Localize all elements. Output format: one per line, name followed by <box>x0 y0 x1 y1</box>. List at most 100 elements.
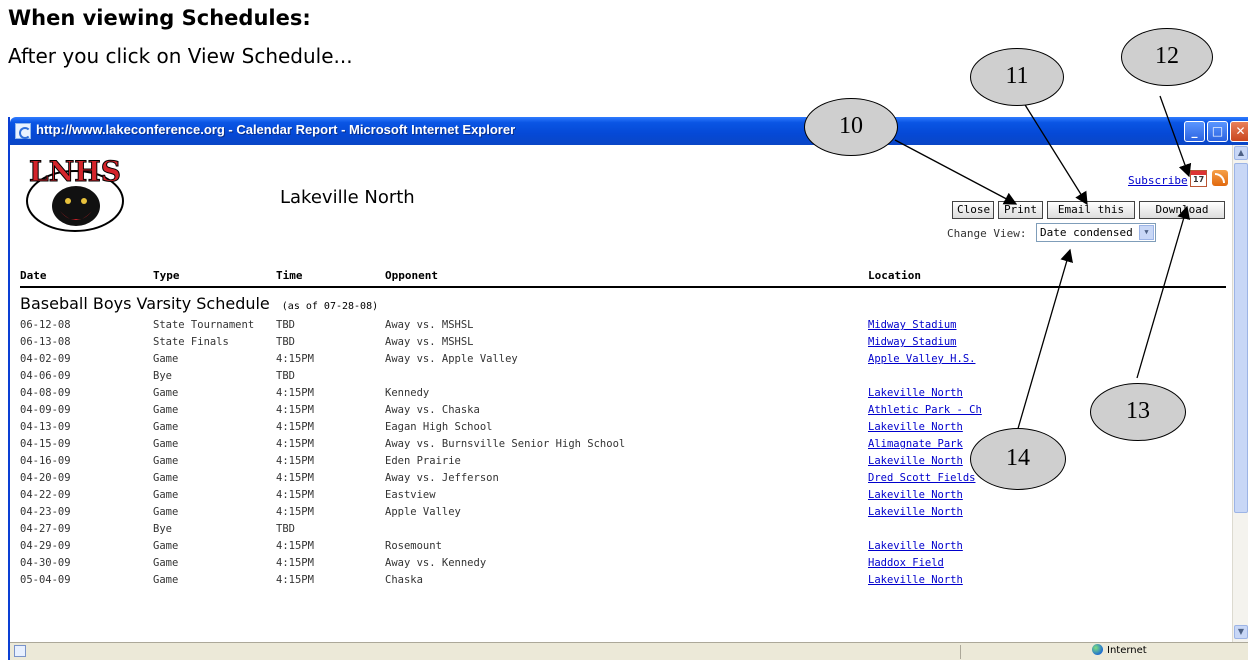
cell-opponent: Away vs. MSHSL <box>385 319 474 331</box>
school-logo: LNHS <box>26 155 124 232</box>
globe-icon <box>1092 644 1103 655</box>
cell-date: 06-12-08 <box>20 319 71 331</box>
security-zone-label: Internet <box>1107 645 1147 656</box>
close-window-button[interactable]: ✕ <box>1230 121 1248 142</box>
as-of-date: (as of 07-28-08) <box>281 301 379 312</box>
change-view-label: Change View: <box>947 227 1027 240</box>
table-row: 06-13-08 State Finals TBD Away vs. MSHSL Mid… <box>10 334 1232 351</box>
calendar-icon-label: 17 <box>1193 175 1205 184</box>
column-header-type: Type <box>153 269 180 282</box>
location-link[interactable]: Lakeville North <box>868 506 963 518</box>
browser-window: http://www.lakeconference.org - Calendar… <box>8 117 1248 660</box>
cell-date: 05-04-09 <box>20 574 71 586</box>
location-link[interactable]: Lakeville North <box>868 540 963 552</box>
cell-time: 4:15PM <box>276 557 314 569</box>
location-link[interactable]: Alimagnate Park <box>868 438 963 450</box>
cell-date: 04-27-09 <box>20 523 71 535</box>
location-link[interactable]: Midway Stadium <box>868 319 957 331</box>
cell-date: 04-30-09 <box>20 557 71 569</box>
cell-type: Game <box>153 353 179 365</box>
scroll-down-icon[interactable]: ▼ <box>1234 625 1248 639</box>
table-row: 04-30-09 Game 4:15PM Away vs. Kennedy Haddox… <box>10 555 1232 572</box>
cell-type: Bye <box>153 370 172 382</box>
cell-type: Game <box>153 557 179 569</box>
cell-date: 04-29-09 <box>20 540 71 552</box>
table-row: 04-13-09 Game 4:15PM Eagan High School Lakev… <box>10 419 1232 436</box>
cell-opponent: Away vs. MSHSL <box>385 336 474 348</box>
cell-time: TBD <box>276 370 295 382</box>
print-button[interactable]: Print <box>998 201 1043 219</box>
minimize-button[interactable]: _ <box>1184 121 1205 142</box>
callout-12: 12 <box>1121 28 1213 86</box>
cell-type: Game <box>153 438 179 450</box>
location-link[interactable]: Lakeville North <box>868 489 963 501</box>
ie-icon <box>15 123 31 139</box>
close-button[interactable]: Close <box>952 201 994 219</box>
cell-opponent: Away vs. Apple Valley <box>385 353 518 365</box>
cell-opponent: Rosemount <box>385 540 442 552</box>
location-link[interactable]: Lakeville North <box>868 421 963 433</box>
cell-time: 4:15PM <box>276 421 314 433</box>
table-row: 04-23-09 Game 4:15PM Apple Valley Lakeville … <box>10 504 1232 521</box>
cell-time: 4:15PM <box>276 472 314 484</box>
subscribe-link[interactable]: Subscribe <box>1128 174 1188 187</box>
window-title: http://www.lakeconference.org - Calendar… <box>36 122 516 137</box>
column-header-opponent: Opponent <box>385 269 438 282</box>
cell-time: 4:15PM <box>276 506 314 518</box>
document-intro: After you click on View Schedule... <box>8 44 353 68</box>
cell-date: 04-02-09 <box>20 353 71 365</box>
change-view-select[interactable]: Date condensed ▼ <box>1036 223 1156 242</box>
cell-type: State Finals <box>153 336 229 348</box>
cell-date: 04-23-09 <box>20 506 71 518</box>
location-link[interactable]: Lakeville North <box>868 574 963 586</box>
cell-type: Game <box>153 540 179 552</box>
cell-opponent: Chaska <box>385 574 423 586</box>
location-link[interactable]: Lakeville North <box>868 455 963 467</box>
cell-opponent: Kennedy <box>385 387 430 399</box>
table-row: 04-02-09 Game 4:15PM Away vs. Apple Valley A… <box>10 351 1232 368</box>
table-row: 04-09-09 Game 4:15PM Away vs. Chaska Athleti… <box>10 402 1232 419</box>
callout-14: 14 <box>970 428 1066 490</box>
table-row: 05-04-09 Game 4:15PM Chaska Lakeville North <box>10 572 1232 589</box>
table-row: 06-12-08 State Tournament TBD Away vs. MSHS… <box>10 317 1232 334</box>
calendar-icon[interactable]: 17 <box>1190 170 1207 187</box>
header-divider <box>20 286 1226 288</box>
download-button[interactable]: Download <box>1139 201 1225 219</box>
security-zone: Internet <box>1092 644 1147 656</box>
callout-11: 11 <box>970 48 1064 106</box>
cell-type: Game <box>153 455 179 467</box>
scroll-thumb[interactable] <box>1234 163 1248 513</box>
cell-type: Game <box>153 404 179 416</box>
cell-time: 4:15PM <box>276 387 314 399</box>
table-row: 04-22-09 Game 4:15PM Eastview Lakeville Nort… <box>10 487 1232 504</box>
schedule-title: Baseball Boys Varsity Schedule (as of 07-… <box>20 294 378 313</box>
column-header-date: Date <box>20 269 47 282</box>
location-link[interactable]: Athletic Park - Ch <box>868 404 982 416</box>
cell-type: State Tournament <box>153 319 255 331</box>
cell-time: 4:15PM <box>276 489 314 501</box>
location-link[interactable]: Apple Valley H.S. <box>868 353 975 365</box>
rss-icon[interactable] <box>1212 170 1228 186</box>
page-status-icon <box>14 645 26 657</box>
cell-time: 4:15PM <box>276 540 314 552</box>
location-link[interactable]: Haddox Field <box>868 557 944 569</box>
location-link[interactable]: Dred Scott Fields <box>868 472 975 484</box>
cell-opponent: Eagan High School <box>385 421 493 433</box>
chevron-down-icon[interactable]: ▼ <box>1139 225 1154 240</box>
status-bar: Internet <box>10 642 1248 660</box>
location-link[interactable]: Lakeville North <box>868 387 963 399</box>
maximize-button[interactable]: □ <box>1207 121 1228 142</box>
scroll-up-icon[interactable]: ▲ <box>1234 146 1248 160</box>
email-this-button[interactable]: Email this <box>1047 201 1135 219</box>
location-link[interactable]: Midway Stadium <box>868 336 957 348</box>
table-row: 04-08-09 Game 4:15PM Kennedy Lakeville North <box>10 385 1232 402</box>
cell-date: 04-06-09 <box>20 370 71 382</box>
table-row: 04-27-09 Bye TBD <box>10 521 1232 538</box>
column-header-location: Location <box>868 269 921 282</box>
document-heading: When viewing Schedules: <box>8 6 311 30</box>
cell-date: 04-08-09 <box>20 387 71 399</box>
title-bar[interactable]: http://www.lakeconference.org - Calendar… <box>10 117 1248 145</box>
vertical-scrollbar[interactable]: ▲ ▼ <box>1232 145 1248 642</box>
cell-time: 4:15PM <box>276 574 314 586</box>
logo-lettering: LNHS <box>29 155 121 188</box>
